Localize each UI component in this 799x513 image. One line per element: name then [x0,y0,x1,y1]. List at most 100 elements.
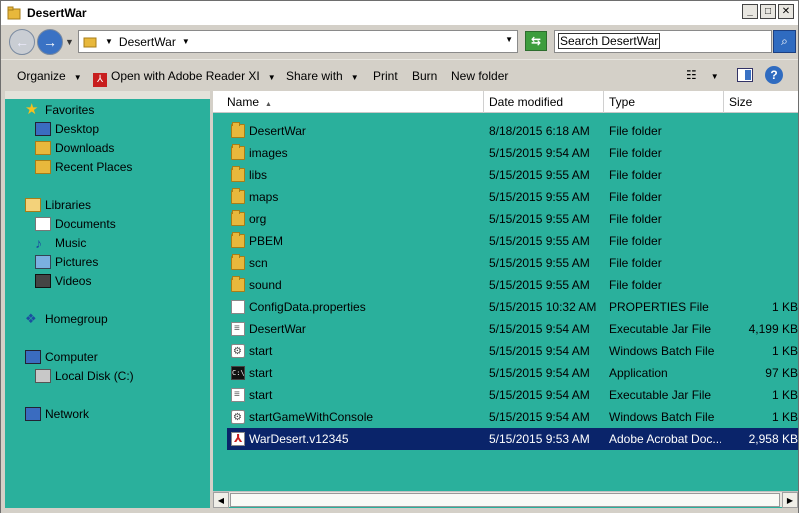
burn-button[interactable]: Burn [412,69,437,83]
file-row[interactable]: DesertWar 8/18/2015 6:18 AM File folder [227,120,798,142]
open-with-button[interactable]: ⅄ Open with Adobe Reader XI ▼ [93,69,276,87]
computer-icon [25,350,41,364]
scrollbar-thumb[interactable] [230,493,780,507]
refresh-button[interactable]: ⇆ [525,31,547,51]
scroll-left-icon[interactable]: ◀ [213,492,229,508]
drive-icon [35,369,51,383]
file-type: Executable Jar File [609,388,712,402]
recent-pages-dropdown-icon[interactable]: ▼ [65,37,74,47]
navigation-pane: ★ Favorites Desktop Downloads Recent Plac… [5,91,210,509]
nav-pane-header [5,91,210,99]
file-list: Name ▲ Date modified Type Size DesertWar 8… [213,91,798,509]
file-row[interactable]: start 5/15/2015 9:54 AM Windows Batch File… [227,340,798,363]
file-row[interactable]: sound 5/15/2015 9:55 AM File folder [227,274,798,296]
nav-videos[interactable]: Videos [35,272,91,290]
folder-icon [231,232,245,248]
file-row[interactable]: ConfigData.properties 5/15/2015 10:32 AM P… [227,296,798,318]
nav-label: Documents [55,217,116,231]
search-input[interactable]: Search DesertWar [554,30,772,53]
videos-icon [35,274,51,288]
file-row[interactable]: WarDesert.v12345 5/15/2015 9:53 AM Adobe A… [227,428,798,450]
breadcrumb-segment[interactable]: DesertWar [119,35,176,49]
nav-local-disk[interactable]: Local Disk (C:) [35,367,134,385]
nav-music[interactable]: ♪ Music [35,234,86,252]
horizontal-scrollbar[interactable]: ◀ ▶ [213,491,798,508]
address-bar: ← → ▼ ▼ DesertWar ▼ ▼ ⇆ Search DesertWar… [1,25,798,59]
nav-label: Desktop [55,122,100,136]
pictures-icon [35,255,51,269]
file-size: 1 KB [771,410,798,424]
file-row[interactable]: images 5/15/2015 9:54 AM File folder [227,142,798,164]
search-icon[interactable]: ⌕ [773,30,796,53]
chevron-down-icon[interactable]: ▼ [182,37,190,46]
downloads-icon [35,141,51,155]
column-header-name[interactable]: Name ▲ [222,91,484,113]
column-header-type[interactable]: Type [604,91,724,113]
column-header-date[interactable]: Date modified [484,91,604,113]
file-date: 5/15/2015 9:55 AM [489,190,590,204]
nav-label: Computer [45,350,98,364]
file-row[interactable]: maps 5/15/2015 9:55 AM File folder [227,186,798,208]
forward-button[interactable]: → [37,29,63,55]
file-name: startGameWithConsole [249,410,374,424]
homegroup-icon: ❖ [25,311,37,326]
file-name: libs [249,168,268,182]
file-row[interactable]: DesertWar 5/15/2015 9:54 AM Executable Jar… [227,318,798,340]
file-date: 5/15/2015 9:55 AM [489,234,590,248]
nav-label: Downloads [55,141,115,155]
nav-documents[interactable]: Documents [35,215,116,233]
file-type: File folder [609,124,662,138]
recent-places-icon [35,160,51,174]
nav-downloads[interactable]: Downloads [35,139,114,157]
file-name: DesertWar [249,322,306,336]
file-name: DesertWar [249,124,306,138]
file-row[interactable]: scn 5/15/2015 9:55 AM File folder [227,252,798,274]
nav-desktop[interactable]: Desktop [35,120,99,138]
preview-pane-button[interactable] [737,68,753,82]
nav-favorites[interactable]: ★ Favorites [25,101,94,119]
file-row[interactable]: org 5/15/2015 9:55 AM File folder [227,208,798,230]
file-date: 5/15/2015 10:32 AM [489,300,597,314]
file-type: Application [609,366,668,380]
chevron-down-icon[interactable]: ▼ [105,37,113,46]
organize-button[interactable]: Organize ▼ [17,69,82,83]
change-view-button[interactable]: ☷ ▼ [686,68,719,82]
maximize-button[interactable]: □ [760,4,776,19]
chevron-down-icon: ▼ [267,73,276,82]
file-row[interactable]: libs 5/15/2015 9:55 AM File folder [227,164,798,186]
nav-libraries[interactable]: Libraries [25,196,91,214]
folder-icon [83,37,97,47]
close-button[interactable]: ✕ [778,4,794,19]
new-folder-button[interactable]: New folder [451,69,508,83]
folder-icon [231,166,245,182]
scroll-right-icon[interactable]: ▶ [782,492,798,508]
file-size: 1 KB [771,388,798,402]
file-row[interactable]: C:\ start 5/15/2015 9:54 AM Application 97 K… [227,362,798,384]
nav-recent-places[interactable]: Recent Places [35,158,132,176]
column-header-size[interactable]: Size [724,91,798,113]
share-with-button[interactable]: Share with ▼ [286,69,359,83]
folder-icon [231,210,245,226]
open-with-label: Open with Adobe Reader XI [111,69,260,83]
help-button[interactable]: ? [765,66,783,84]
search-placeholder: Search DesertWar [558,33,661,49]
back-button[interactable]: ← [9,29,35,55]
file-type: Adobe Acrobat Doc... [609,432,721,446]
nav-pictures[interactable]: Pictures [35,253,98,271]
file-name: start [249,366,273,380]
file-size: 97 KB [765,366,798,380]
nav-network[interactable]: Network [25,405,89,423]
minimize-button[interactable]: _ [742,4,758,19]
pdf-icon [231,428,245,450]
nav-computer[interactable]: Computer [25,348,98,366]
address-dropdown-icon[interactable]: ▼ [505,35,513,44]
file-row[interactable]: startGameWithConsole 5/15/2015 9:54 AM Win… [227,406,798,429]
file-name: maps [249,190,279,204]
chevron-down-icon: ▼ [73,73,82,82]
file-type: File folder [609,278,662,292]
file-row[interactable]: PBEM 5/15/2015 9:55 AM File folder [227,230,798,252]
nav-homegroup[interactable]: ❖ Homegroup [25,310,108,328]
file-row[interactable]: start 5/15/2015 9:54 AM Executable Jar Fil… [227,384,798,406]
print-button[interactable]: Print [373,69,398,83]
breadcrumb[interactable]: ▼ DesertWar ▼ ▼ [78,30,518,53]
